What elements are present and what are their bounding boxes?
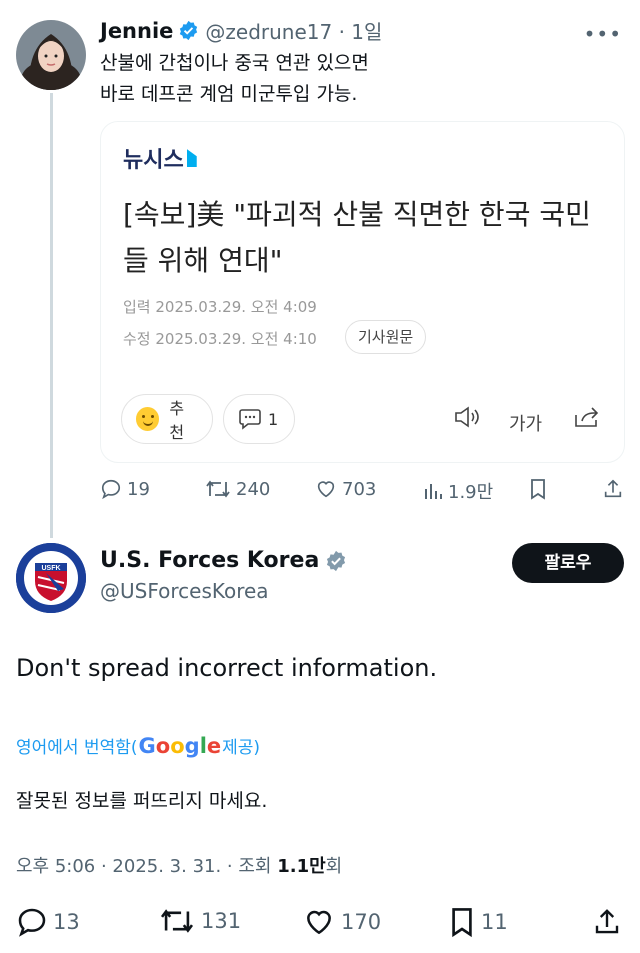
follow-button[interactable]: 팔로우: [512, 543, 624, 583]
tweet1-text-line1: 산불에 간첩이나 중국 연관 있으면: [100, 52, 369, 74]
reply-count: 19: [127, 478, 150, 500]
news-comment-count: 1: [268, 409, 279, 429]
retweet-count: 131: [201, 909, 242, 933]
reply-icon: [18, 908, 46, 937]
tweet2-header: U.S. Forces Korea: [100, 548, 347, 573]
tweet2-text: Don't spread incorrect information.: [16, 654, 438, 682]
google-logo-icon: Google: [138, 733, 222, 758]
retweet-icon: [160, 909, 194, 933]
avatar[interactable]: [16, 20, 86, 90]
share-button[interactable]: [602, 478, 629, 500]
reply-icon: [101, 479, 121, 500]
retweet-count: 240: [236, 478, 271, 500]
usfk-avatar[interactable]: USFK: [16, 543, 86, 613]
bookmark-icon: [531, 479, 545, 500]
bookmark-button[interactable]: [528, 478, 553, 500]
translated-text: 잘못된 정보를 퍼뜨리지 마세요.: [16, 790, 268, 812]
translation-attribution[interactable]: 영어에서 번역함( Google 제공): [16, 733, 261, 759]
recommend-button[interactable]: 추천: [121, 394, 213, 444]
smile-icon: [136, 407, 160, 431]
news-input-time: 입력 2025.03.29. 오전 4:09: [123, 298, 317, 316]
original-article-button[interactable]: 기사원문: [345, 320, 427, 354]
tweet2-action-bar: 13 131 170 11: [0, 906, 640, 940]
tweet2-view-suffix: 회: [325, 856, 343, 877]
quoted-news-card[interactable]: 뉴시스 [속보]美 "파괴적 산불 직면한 한국 국민들 위해 연대" 입력 2…: [100, 121, 625, 463]
like-count: 703: [342, 478, 377, 500]
views-chart-icon: [425, 484, 442, 499]
share-upload-icon: [595, 909, 619, 934]
tweet2-view-count: 1.1만: [277, 856, 326, 877]
tweet1-handle[interactable]: @zedrune17 · 1일: [205, 16, 382, 45]
news-headline: [속보]美 "파괴적 산불 직면한 한국 국민들 위해 연대": [123, 198, 591, 277]
news-comment-button[interactable]: 1: [223, 394, 295, 444]
tweet2-author-name[interactable]: U.S. Forces Korea: [100, 548, 319, 573]
recommend-label: 추천: [169, 399, 185, 442]
share-upload-icon: [604, 479, 622, 498]
retweet-button[interactable]: 131: [158, 906, 241, 936]
reply-button[interactable]: 13: [16, 906, 80, 938]
thread-line: [50, 93, 53, 538]
like-button[interactable]: 703: [315, 478, 376, 500]
views-button[interactable]: 1.9만: [423, 478, 493, 504]
speaker-icon[interactable]: [453, 405, 483, 434]
retweet-icon: [206, 480, 230, 498]
share-button[interactable]: [592, 906, 627, 938]
reply-button[interactable]: 19: [100, 478, 150, 500]
tweet1-text: 산불에 간첩이나 중국 연관 있으면 바로 데프콘 계엄 미군투입 가능.: [100, 48, 600, 110]
tweet2-handle[interactable]: @USForcesKorea: [100, 579, 269, 603]
translate-prefix: 영어에서 번역함(: [16, 738, 138, 758]
retweet-button[interactable]: 240: [205, 478, 270, 500]
comment-bubble-icon: [239, 409, 261, 430]
news-source: 뉴시스: [123, 148, 184, 173]
tweet1-author-name[interactable]: Jennie: [100, 19, 173, 43]
news-logo-mark: [186, 149, 197, 167]
heart-icon: [317, 481, 335, 498]
bookmark-button[interactable]: 11: [448, 906, 508, 938]
reply-count: 13: [53, 910, 80, 934]
verified-badge-icon: [180, 20, 198, 41]
translate-suffix: 제공): [222, 738, 261, 758]
view-count: 1.9만: [448, 482, 494, 503]
heart-icon: [307, 910, 331, 935]
bookmark-count: 11: [481, 910, 508, 934]
share-icon[interactable]: [573, 405, 601, 434]
tweet1-text-line2: 바로 데프콘 계엄 미군투입 가능.: [100, 83, 358, 105]
tweet2-time[interactable]: 오후 5:06 · 2025. 3. 31. · 조회: [16, 856, 277, 877]
more-icon[interactable]: •••: [584, 22, 622, 46]
tweet1-header: Jennie @zedrune17 · 1일: [100, 16, 382, 45]
like-count: 170: [341, 910, 382, 934]
news-edit-time: 수정 2025.03.29. 오전 4:10: [123, 330, 317, 348]
like-button[interactable]: 170: [302, 906, 381, 938]
tweet2-timestamp-views: 오후 5:06 · 2025. 3. 31. · 조회 1.1만회: [16, 852, 342, 878]
gray-verified-badge-icon: [327, 550, 346, 571]
font-size-button[interactable]: 가가: [509, 410, 542, 436]
tweet1-action-bar: 19 240 703 1.9만: [100, 478, 625, 506]
news-logo: 뉴시스: [123, 142, 197, 174]
usfk-avatar-text: USFK: [41, 565, 60, 572]
bookmark-icon: [452, 908, 472, 938]
